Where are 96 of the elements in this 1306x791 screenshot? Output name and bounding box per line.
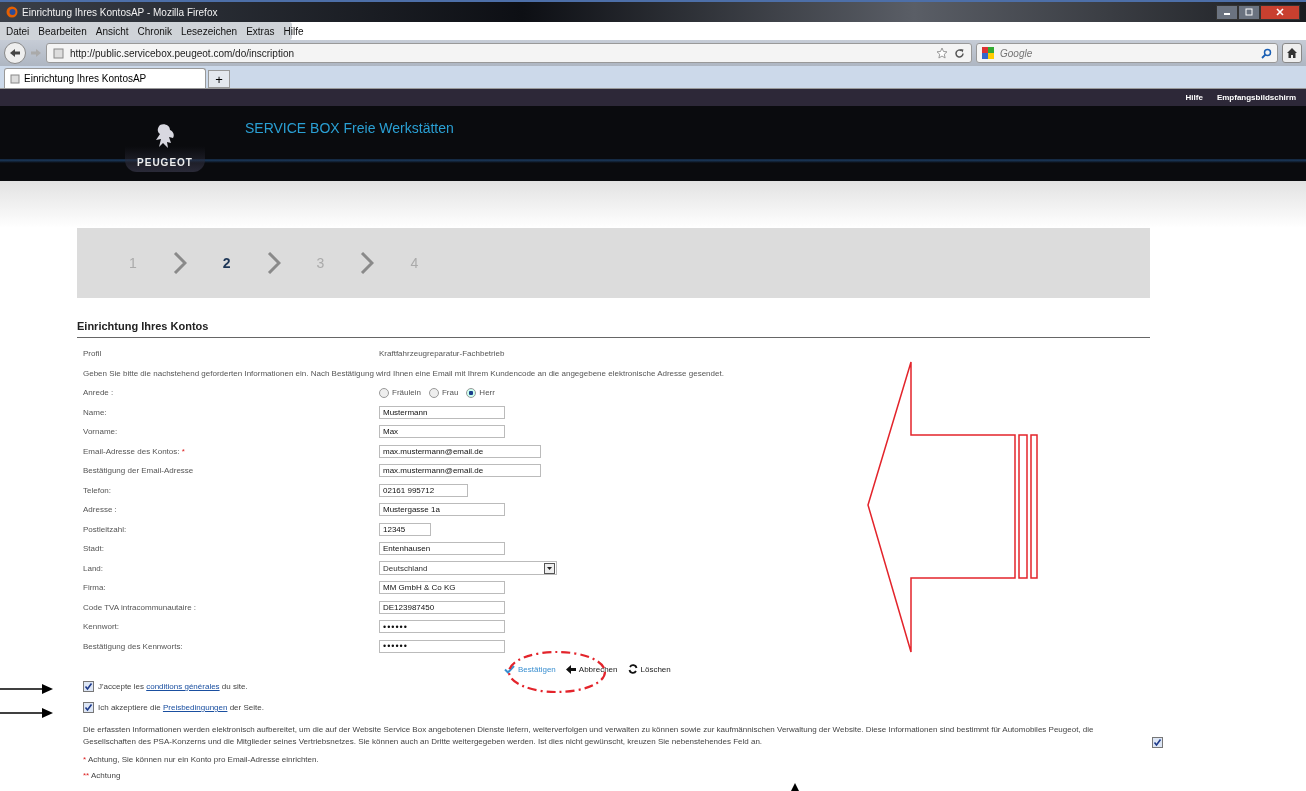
pointer-arrow bbox=[0, 684, 53, 694]
new-tab-button[interactable]: + bbox=[208, 70, 230, 88]
password-field[interactable]: •••••• bbox=[379, 639, 505, 653]
pointer-arrow bbox=[791, 783, 799, 791]
close-icon bbox=[1276, 8, 1284, 16]
field-label: Profil bbox=[83, 349, 103, 359]
field-label: Telefon: bbox=[83, 485, 113, 495]
password-field[interactable]: •••••• bbox=[379, 620, 505, 634]
field-label: Stadt: bbox=[83, 544, 105, 554]
field-label: Bestätigung der Email-Adresse bbox=[83, 466, 195, 476]
privacy-notice: Die erfassten Informationen werden elektronisch aufbereitet, um die auf der Website Service Box angebotenen Dienste liefern, weiterverfolgen und verwalten zu können sowie zur kaufmännischen Verwaltung der Website. Diese Informationen sind bestimmt für Automobiles Peugeot, die Gesellschaften des PSA-Konzerns und die Mitglieder seines Vertriebsnetzes. Sie können auch an Dritte weitergegeben werden. Ist dies nicht gewünscht, kreuzen Sie nebenstehendes Feld an. bbox=[83, 724, 1095, 748]
reload-icon[interactable] bbox=[954, 47, 965, 59]
left-arrow-icon bbox=[565, 664, 576, 674]
search-input[interactable]: Google bbox=[998, 46, 1257, 60]
address-bar[interactable]: http://public.servicebox.peugeot.com/do/inscription bbox=[46, 43, 972, 63]
field-label: Postleitzahl: bbox=[83, 524, 128, 534]
lion-logo-icon bbox=[154, 123, 176, 149]
pointer-arrow bbox=[0, 708, 53, 718]
reset-button[interactable]: Löschen bbox=[625, 662, 673, 676]
maximize-icon bbox=[1245, 8, 1253, 16]
input-field[interactable]: Max bbox=[379, 425, 505, 439]
menu-item[interactable]: Chronik bbox=[137, 25, 172, 37]
close-button[interactable] bbox=[1260, 4, 1300, 20]
back-arrow-icon bbox=[9, 48, 21, 58]
tab-title: Einrichtung Ihres KontosAP bbox=[24, 73, 147, 84]
agreement-text: J'accepte les conditions générales du site. bbox=[98, 682, 248, 691]
brand-name: PEUGEOT bbox=[137, 157, 193, 168]
agreement-checkbox[interactable] bbox=[83, 681, 94, 692]
radio-button[interactable] bbox=[379, 387, 389, 398]
input-field[interactable]: max.mustermann@email.de bbox=[379, 464, 541, 478]
url-text: http://public.servicebox.peugeot.com/do/inscription bbox=[70, 47, 294, 59]
field-label: Kennwort: bbox=[83, 622, 121, 632]
menu-item[interactable]: Datei bbox=[6, 25, 30, 37]
site-title: SERVICE BOX Freie Werkstätten bbox=[245, 120, 454, 136]
cancel-button[interactable]: Abbrechen bbox=[563, 662, 620, 676]
agreement-checkbox[interactable] bbox=[83, 702, 94, 713]
home-button[interactable] bbox=[1282, 43, 1302, 63]
site-icon bbox=[10, 73, 20, 84]
input-field[interactable]: Entenhausen bbox=[379, 542, 505, 556]
chevron-icon bbox=[266, 252, 281, 274]
minimize-button[interactable] bbox=[1216, 4, 1238, 20]
input-field[interactable]: Mustergasse 1a bbox=[379, 503, 505, 517]
radio-label: Herr bbox=[479, 388, 495, 398]
input-field[interactable]: max.mustermann@email.de bbox=[379, 444, 541, 458]
radio-button[interactable] bbox=[466, 387, 477, 398]
input-field[interactable]: Mustermann bbox=[379, 405, 505, 419]
site-icon bbox=[53, 47, 64, 59]
radio-button[interactable] bbox=[428, 387, 439, 398]
menu-item[interactable]: Hilfe bbox=[283, 25, 304, 37]
profile-value: Kraftfahrzeugreparatur-Fachbetrieb bbox=[379, 349, 505, 359]
agreement-text: Ich akzeptiere die Preisbedingungen der Seite. bbox=[98, 703, 264, 712]
search-field[interactable]: Google bbox=[976, 43, 1278, 63]
window-title: Einrichtung Ihres KontosAP - Mozilla Firefox bbox=[22, 6, 218, 18]
home-icon bbox=[1286, 47, 1298, 59]
menu-item[interactable]: Lesezeichen bbox=[181, 25, 238, 37]
page-title: Einrichtung Ihres Kontos bbox=[77, 320, 1150, 338]
star-icon[interactable] bbox=[936, 47, 948, 59]
menu-item[interactable]: Bearbeiten bbox=[38, 25, 87, 37]
input-field[interactable]: 02161 995712 bbox=[379, 483, 468, 497]
radio-label: Fräulein bbox=[392, 388, 421, 398]
footnote: * Achtung, Sie können nur ein Konto pro Email-Adresse einrichten. bbox=[82, 754, 320, 764]
chevron-icon bbox=[360, 252, 375, 274]
checkmark-icon bbox=[504, 664, 515, 674]
search-engine-icon bbox=[982, 47, 994, 59]
field-label: Email-Adresse des Kontos: * bbox=[83, 446, 186, 456]
radio-label: Frau bbox=[441, 388, 459, 398]
browser-tab[interactable]: Einrichtung Ihres KontosAP bbox=[4, 68, 206, 88]
refresh-icon bbox=[627, 664, 638, 674]
confirm-button[interactable]: Bestätigen bbox=[502, 662, 558, 676]
field-label: Bestätigung des Kennworts: bbox=[83, 641, 184, 651]
field-label: Anrede : bbox=[83, 388, 115, 398]
terms-link[interactable]: conditions générales bbox=[146, 682, 220, 691]
chevron-icon bbox=[172, 252, 187, 274]
step-number: 2 bbox=[222, 255, 231, 271]
terms-link[interactable]: Preisbedingungen bbox=[162, 703, 228, 712]
footnote: ** Achtung bbox=[82, 770, 122, 780]
field-label: Code TVA intracommunautaire : bbox=[83, 602, 198, 612]
field-label: Vorname: bbox=[83, 427, 119, 437]
instruction-text: Geben Sie bitte die nachstehend geforderten Informationen ein. Nach Bestätigung wird Ihnen eine Email mit Ihrem Kundencode an die angegebene elektronische Adresse gesendet. bbox=[83, 368, 724, 378]
maximize-button[interactable] bbox=[1238, 4, 1260, 20]
input-field[interactable]: DE123987450 bbox=[379, 600, 505, 614]
top-link[interactable]: Hilfe bbox=[1185, 93, 1203, 102]
menu-item[interactable]: Ansicht bbox=[95, 25, 129, 37]
browser-logo-icon bbox=[6, 6, 18, 18]
search-icon[interactable] bbox=[1261, 47, 1272, 59]
field-label: Firma: bbox=[83, 583, 107, 593]
field-label: Land: bbox=[83, 563, 105, 573]
back-button[interactable] bbox=[4, 42, 26, 64]
field-label: Adresse : bbox=[83, 505, 118, 515]
country-dropdown[interactable]: Deutschland bbox=[379, 561, 557, 576]
menu-item[interactable]: Extras bbox=[246, 25, 275, 37]
opt-out-checkbox[interactable] bbox=[1152, 737, 1163, 748]
top-link[interactable]: Empfangsbildschirm bbox=[1216, 93, 1296, 102]
input-field[interactable]: 12345 bbox=[379, 522, 431, 536]
input-field[interactable]: MM GmbH & Co KG bbox=[379, 581, 505, 595]
field-label: Name: bbox=[83, 407, 108, 417]
